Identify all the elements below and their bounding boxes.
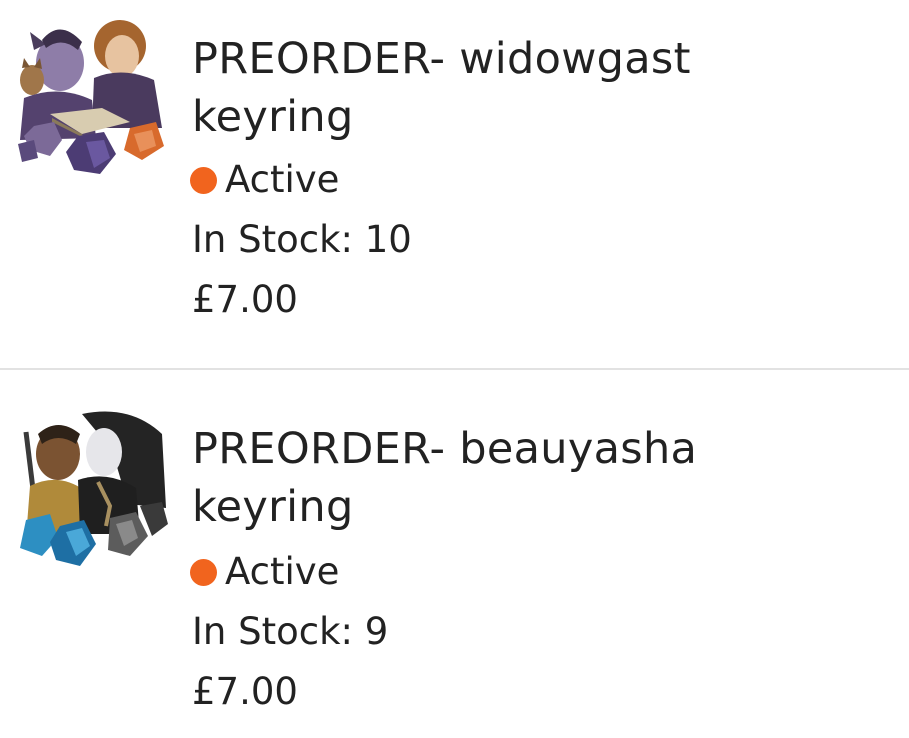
listing-price: £7.00 (192, 670, 298, 713)
listing-thumbnail[interactable] (12, 410, 170, 568)
listing-title[interactable]: PREORDER- beauyasha keyring (192, 420, 892, 536)
listing-price: £7.00 (192, 278, 298, 321)
listing-item[interactable]: PREORDER- widowgast keyring Active In St… (0, 0, 909, 330)
listing-item[interactable]: PREORDER- beauyasha keyring Active In St… (0, 370, 909, 712)
listing-status: Active (190, 160, 339, 200)
status-active-dot-icon (190, 558, 217, 586)
listing-title[interactable]: PREORDER- widowgast keyring (192, 30, 892, 146)
stock-count: In Stock: 9 (192, 610, 389, 653)
status-active-dot-icon (190, 166, 217, 194)
listing-thumbnail[interactable] (12, 18, 170, 176)
beauyasha-keyring-image (12, 410, 170, 568)
status-label: Active (225, 550, 340, 593)
widowgast-keyring-image (12, 18, 170, 176)
listing-status: Active (190, 552, 339, 592)
status-label: Active (225, 158, 340, 201)
stock-count: In Stock: 10 (192, 218, 412, 261)
